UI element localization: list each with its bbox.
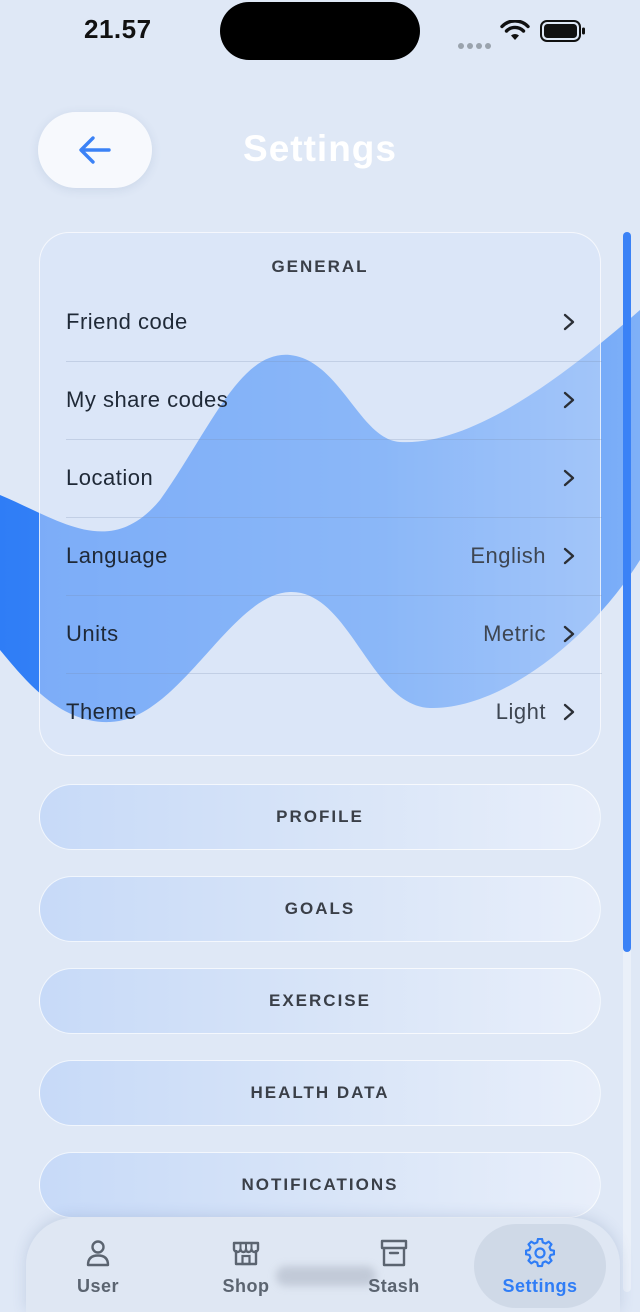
cellular-signal-icon xyxy=(458,36,494,54)
setting-row-my-share-codes[interactable]: My share codes xyxy=(66,361,576,439)
chevron-right-icon xyxy=(563,703,575,721)
tab-label: Stash xyxy=(368,1276,420,1296)
section-title: EXERCISE xyxy=(269,991,371,1010)
tab-settings[interactable]: Settings xyxy=(474,1224,606,1308)
setting-label: My share codes xyxy=(66,387,229,412)
section-title: HEALTH DATA xyxy=(250,1083,390,1102)
wifi-icon xyxy=(500,20,530,40)
user-icon xyxy=(86,1240,110,1267)
setting-label: Language xyxy=(66,543,168,568)
section-notifications[interactable]: NOTIFICATIONS xyxy=(39,1152,601,1218)
general-section-card: GENERAL Friend code My share codes Locat… xyxy=(39,232,602,756)
tab-user[interactable]: User xyxy=(32,1224,164,1308)
chevron-right-icon xyxy=(563,625,575,643)
archive-box-icon xyxy=(380,1239,408,1267)
setting-row-friend-code[interactable]: Friend code xyxy=(66,283,576,361)
section-goals[interactable]: GOALS xyxy=(39,876,601,942)
chevron-right-icon xyxy=(563,313,575,331)
section-exercise[interactable]: EXERCISE xyxy=(39,968,601,1034)
setting-label: Location xyxy=(66,465,154,490)
tab-bar: User Shop Stash Settings xyxy=(26,1218,620,1312)
setting-label: Theme xyxy=(66,699,137,724)
setting-value: Light xyxy=(495,699,546,724)
dynamic-island xyxy=(220,2,420,60)
tab-shop[interactable]: Shop xyxy=(180,1224,312,1308)
gear-icon xyxy=(525,1238,555,1268)
tab-stash[interactable]: Stash xyxy=(328,1224,460,1308)
setting-row-location[interactable]: Location xyxy=(66,439,576,517)
chevron-right-icon xyxy=(563,547,575,565)
setting-value: Metric xyxy=(483,621,546,646)
setting-row-units[interactable]: Units Metric xyxy=(66,595,576,673)
status-time: 21.57 xyxy=(84,14,152,44)
setting-row-language[interactable]: Language English xyxy=(66,517,576,595)
chevron-right-icon xyxy=(563,391,575,409)
battery-icon xyxy=(540,20,585,42)
tab-label: User xyxy=(76,1276,120,1296)
section-title: GOALS xyxy=(284,899,356,918)
general-section-title: GENERAL xyxy=(271,257,369,276)
page-title: Settings xyxy=(243,128,397,169)
section-title: NOTIFICATIONS xyxy=(241,1175,399,1194)
scrollbar-thumb[interactable] xyxy=(623,232,631,952)
section-title: PROFILE xyxy=(276,807,364,826)
section-health-data[interactable]: HEALTH DATA xyxy=(39,1060,601,1126)
section-profile[interactable]: PROFILE xyxy=(39,784,601,850)
setting-row-theme[interactable]: Theme Light xyxy=(66,673,576,751)
tab-label: Settings xyxy=(502,1276,578,1296)
chevron-right-icon xyxy=(563,469,575,487)
setting-label: Units xyxy=(66,621,119,646)
shop-icon xyxy=(232,1241,260,1266)
status-bar: 21.57 xyxy=(0,0,640,64)
setting-value: English xyxy=(470,543,546,568)
tab-label: Shop xyxy=(222,1276,270,1296)
setting-label: Friend code xyxy=(66,309,188,334)
